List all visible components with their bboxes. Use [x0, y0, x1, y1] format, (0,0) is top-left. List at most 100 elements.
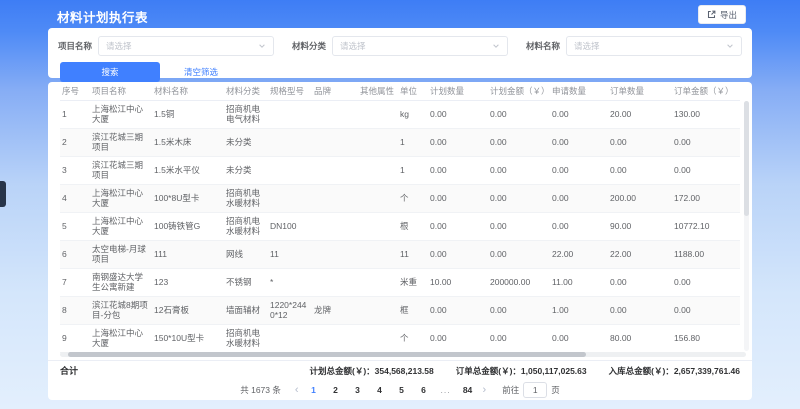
table-cell: 龙牌 [312, 296, 358, 324]
table-cell: 0.00 [672, 128, 740, 156]
horizontal-scrollbar-track[interactable] [60, 352, 746, 357]
table-cell: 200000.00 [488, 268, 550, 296]
table-cell: 90.00 [608, 212, 672, 240]
table-cell [358, 268, 398, 296]
table-cell: 0.00 [488, 100, 550, 128]
pagination-page-4[interactable]: 4 [373, 385, 387, 395]
column-header: 单位 [398, 82, 428, 100]
table-cell: 0.00 [488, 240, 550, 268]
filter-select[interactable]: 请选择 [332, 36, 508, 56]
table-cell: 0.00 [672, 268, 740, 296]
table-panel: 序号项目名称材料名称材料分类规格型号品牌其他属性单位计划数量计划金额（￥）申请数… [48, 82, 752, 400]
table-cell: 0.00 [550, 184, 608, 212]
table-cell: 0.00 [608, 156, 672, 184]
column-header: 材料名称 [152, 82, 224, 100]
filter-select[interactable]: 请选择 [98, 36, 274, 56]
table-cell: 1220*2440*12 [268, 296, 312, 324]
search-button[interactable]: 搜索 [60, 62, 160, 82]
table-cell [358, 184, 398, 212]
table-cell: 根 [398, 212, 428, 240]
filter-select[interactable]: 请选择 [566, 36, 742, 56]
column-header: 计划金额（￥） [488, 82, 550, 100]
table-cell [312, 212, 358, 240]
filter-group: 材料名称 请选择 [526, 36, 742, 56]
table-cell [268, 128, 312, 156]
table-cell: 5 [60, 212, 90, 240]
table-cell [312, 128, 358, 156]
table-cell: 1 [398, 156, 428, 184]
table-cell: 招商机电 水暖材料 [224, 324, 268, 352]
goto-page-input[interactable] [523, 382, 547, 398]
select-placeholder: 请选择 [340, 40, 366, 52]
table-cell: 0.00 [550, 128, 608, 156]
table-cell [268, 324, 312, 352]
column-header: 计划数量 [428, 82, 488, 100]
table-cell: 0.00 [488, 324, 550, 352]
pagination-page-1[interactable]: 1 [307, 385, 321, 395]
table-cell: 上海松江中心大厦 [90, 184, 152, 212]
table-cell [312, 324, 358, 352]
pagination-page-5[interactable]: 5 [395, 385, 409, 395]
table-row: 9上海松江中心大厦150*10U型卡招商机电 水暖材料个0.000.000.00… [60, 324, 740, 352]
table-cell: 11 [268, 240, 312, 268]
table-cell: 网线 [224, 240, 268, 268]
select-placeholder: 请选择 [574, 40, 600, 52]
summary-item: 计划总金额(￥)：354,568,213.58 [309, 365, 433, 377]
table-cell: 太空电梯-月球项目 [90, 240, 152, 268]
table-cell: 招商机电 电气材料 [224, 100, 268, 128]
clear-filters-link[interactable]: 清空筛选 [184, 66, 218, 78]
pagination-page-84[interactable]: 84 [461, 385, 475, 395]
summary-item-value: 354,568,213.58 [375, 366, 434, 376]
table-header-row: 序号项目名称材料名称材料分类规格型号品牌其他属性单位计划数量计划金额（￥）申请数… [60, 82, 740, 100]
table-cell: 22.00 [550, 240, 608, 268]
table-cell: 156.80 [672, 324, 740, 352]
table-cell: 个 [398, 324, 428, 352]
table-row: 1上海松江中心大厦1.5铜招商机电 电气材料kg0.000.000.0020.0… [60, 100, 740, 128]
horizontal-scrollbar-thumb[interactable] [68, 352, 586, 357]
table-row: 8滨江花城8期项目-分包12石膏板墙面辅材1220*2440*12龙牌框0.00… [60, 296, 740, 324]
table-cell: 南钢盛达大学生公寓新建 [90, 268, 152, 296]
table-cell: 172.00 [672, 184, 740, 212]
table-cell [268, 100, 312, 128]
pagination-page-6[interactable]: 6 [417, 385, 431, 395]
summary-item-label: 计划总金额(￥)： [309, 366, 374, 376]
table-cell: 上海松江中心大厦 [90, 100, 152, 128]
summary-item-value: 2,657,339,761.46 [674, 366, 740, 376]
summary-item-value: 1,050,117,025.63 [521, 366, 587, 376]
export-button[interactable]: 导出 [698, 5, 746, 24]
sidebar-collapse-handle[interactable] [0, 181, 6, 207]
table-row: 2滨江花城三期项目1.5米木床未分类10.000.000.000.000.00 [60, 128, 740, 156]
summary-item-label: 订单总金额(￥)： [456, 366, 521, 376]
table-cell: 0.00 [428, 296, 488, 324]
table-cell: 2 [60, 128, 90, 156]
pagination-page-3[interactable]: 3 [351, 385, 365, 395]
pagination-next-icon[interactable]: › [481, 385, 489, 395]
vertical-scrollbar-track[interactable] [744, 101, 749, 351]
table-cell: 上海松江中心大厦 [90, 212, 152, 240]
pagination-page-2[interactable]: 2 [329, 385, 343, 395]
vertical-scrollbar-thumb[interactable] [744, 101, 749, 216]
table-cell: 10772.10 [672, 212, 740, 240]
table-cell: 0.00 [488, 156, 550, 184]
filter-row: 项目名称 请选择 材料分类 请选择 材料名称 请选择 [58, 36, 742, 56]
table-cell: 1 [398, 128, 428, 156]
summary-item: 入库总金额(￥)：2,657,339,761.46 [609, 365, 740, 377]
column-header: 材料分类 [224, 82, 268, 100]
table-cell: 1.5米木床 [152, 128, 224, 156]
summary-item: 订单总金额(￥)：1,050,117,025.63 [456, 365, 587, 377]
summary-row: 合计 计划总金额(￥)：354,568,213.58订单总金额(￥)：1,050… [48, 360, 752, 380]
chevron-down-icon [492, 37, 500, 55]
table-cell [268, 156, 312, 184]
table-cell: 11 [398, 240, 428, 268]
pagination-ellipsis[interactable]: ... [439, 385, 453, 395]
table-cell: 滨江花城8期项目-分包 [90, 296, 152, 324]
table-row: 4上海松江中心大厦100*8U型卡招商机电 水暖材料个0.000.000.002… [60, 184, 740, 212]
column-header: 其他属性 [358, 82, 398, 100]
pagination-prev-icon[interactable]: ‹ [293, 385, 301, 395]
table-cell: 0.00 [608, 296, 672, 324]
table-cell: 150*10U型卡 [152, 324, 224, 352]
filter-label: 材料名称 [526, 40, 560, 52]
filter-group: 材料分类 请选择 [292, 36, 508, 56]
table-row: 7南钢盛达大学生公寓新建123不锈钢*米重10.00200000.0011.00… [60, 268, 740, 296]
column-header: 品牌 [312, 82, 358, 100]
